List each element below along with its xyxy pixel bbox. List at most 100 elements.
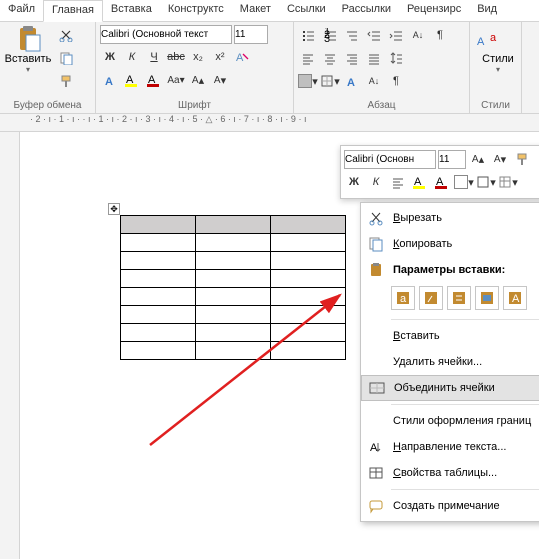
text-effects-button[interactable]: A bbox=[100, 70, 120, 90]
table-move-handle[interactable]: ✥ bbox=[108, 203, 120, 215]
svg-text:a: a bbox=[400, 293, 407, 305]
document-area[interactable]: A▴ A▾ Ж К A A ▾ ▾ ▾ Вырезать Копировать … bbox=[30, 140, 539, 559]
underline-button[interactable]: Ч bbox=[144, 47, 164, 67]
ctx-direction-label: Направление текста... bbox=[393, 441, 539, 453]
sort-button[interactable]: A↓ bbox=[408, 25, 428, 45]
ctx-border-styles[interactable]: Стили оформления границ ▸ bbox=[361, 408, 539, 434]
cut-button[interactable] bbox=[56, 25, 76, 45]
vertical-ruler[interactable] bbox=[0, 132, 20, 559]
bold-button[interactable]: Ж bbox=[100, 47, 120, 67]
align-center-button[interactable] bbox=[320, 48, 340, 68]
grow-font-button[interactable]: A▴ bbox=[188, 70, 208, 90]
paste-options-icon bbox=[365, 262, 387, 278]
table-row[interactable] bbox=[121, 234, 346, 252]
tab-mailings[interactable]: Рассылки bbox=[334, 0, 399, 21]
sort2-button[interactable]: A↓ bbox=[364, 71, 384, 91]
ctx-border-label: Стили оформления границ bbox=[393, 415, 539, 427]
align-left-button[interactable] bbox=[298, 48, 318, 68]
ctx-new-comment[interactable]: Создать примечание bbox=[361, 493, 539, 519]
tab-view[interactable]: Вид bbox=[469, 0, 505, 21]
ctx-copy-label: Копировать bbox=[393, 238, 539, 250]
superscript-button[interactable]: x² bbox=[210, 47, 230, 67]
subscript-button[interactable]: x₂ bbox=[188, 47, 208, 67]
paste-opt-merge[interactable] bbox=[419, 286, 443, 310]
table-row[interactable] bbox=[121, 306, 346, 324]
highlight-button[interactable]: A bbox=[122, 70, 142, 90]
line-spacing-button[interactable] bbox=[386, 48, 406, 68]
paste-label: Вставить bbox=[4, 53, 52, 65]
svg-text:A: A bbox=[105, 76, 113, 87]
ctx-merge-label: Объединить ячейки bbox=[394, 382, 539, 394]
tab-file[interactable]: Файл bbox=[0, 0, 43, 21]
ctx-props-label: Свойства таблицы... bbox=[393, 467, 539, 479]
table-row[interactable] bbox=[121, 252, 346, 270]
borders-button[interactable]: ▾ bbox=[320, 71, 340, 91]
justify-button[interactable] bbox=[364, 48, 384, 68]
font-color-button[interactable]: A bbox=[144, 70, 164, 90]
paste-opt-nest[interactable] bbox=[447, 286, 471, 310]
mini-shading[interactable]: ▾ bbox=[454, 172, 474, 192]
tab-insert[interactable]: Вставка bbox=[103, 0, 160, 21]
mini-italic[interactable]: К bbox=[366, 172, 386, 192]
document-table[interactable] bbox=[120, 215, 346, 360]
tab-layout[interactable]: Макет bbox=[232, 0, 279, 21]
mini-format-painter[interactable] bbox=[512, 149, 532, 169]
ctx-cut-label: Вырезать bbox=[393, 212, 539, 224]
styles-button[interactable]: Aa Стили ▾ bbox=[474, 25, 522, 74]
italic-button[interactable]: К bbox=[122, 47, 142, 67]
font-name-select[interactable] bbox=[100, 25, 232, 44]
mini-insert[interactable]: ▾ bbox=[498, 172, 518, 192]
table-row[interactable] bbox=[121, 342, 346, 360]
show-marks2-button[interactable]: ¶ bbox=[386, 71, 406, 91]
ctx-cut[interactable]: Вырезать bbox=[361, 205, 539, 231]
paste-opt-text[interactable]: A bbox=[503, 286, 527, 310]
mini-shrink-font[interactable]: A▾ bbox=[490, 149, 510, 169]
decrease-indent-button[interactable] bbox=[364, 25, 384, 45]
bullets-button[interactable] bbox=[298, 25, 318, 45]
tab-review[interactable]: Рецензирс bbox=[399, 0, 469, 21]
ctx-table-properties[interactable]: Свойства таблицы... bbox=[361, 460, 539, 486]
tab-home[interactable]: Главная bbox=[43, 0, 103, 22]
horizontal-ruler[interactable]: · 2 · ı · 1 · ı · · ı · 1 · ı · 2 · ı · … bbox=[0, 114, 539, 132]
ctx-text-direction[interactable]: A Направление текста... bbox=[361, 434, 539, 460]
strike-button[interactable]: abc bbox=[166, 47, 186, 67]
paste-button[interactable]: Вставить ▾ bbox=[4, 25, 52, 74]
format-painter-button[interactable] bbox=[56, 71, 76, 91]
mini-bold[interactable]: Ж bbox=[344, 172, 364, 192]
styles-label: Стили bbox=[474, 53, 522, 65]
text-effects2-button[interactable]: A bbox=[342, 71, 362, 91]
numbering-button[interactable]: 123 bbox=[320, 25, 340, 45]
paste-opt-keep-source[interactable]: a bbox=[391, 286, 415, 310]
tab-design[interactable]: Конструктс bbox=[160, 0, 232, 21]
mini-borders[interactable]: ▾ bbox=[476, 172, 496, 192]
table-row[interactable] bbox=[121, 288, 346, 306]
change-case-button[interactable]: Aa▾ bbox=[166, 70, 186, 90]
increase-indent-button[interactable] bbox=[386, 25, 406, 45]
mini-font-select[interactable] bbox=[344, 150, 436, 169]
table-row[interactable] bbox=[121, 216, 346, 234]
shrink-font-button[interactable]: A▾ bbox=[210, 70, 230, 90]
ctx-copy[interactable]: Копировать bbox=[361, 231, 539, 257]
mini-highlight[interactable]: A bbox=[410, 172, 430, 192]
font-group-label: Шрифт bbox=[100, 100, 289, 111]
ctx-merge-cells[interactable]: Объединить ячейки bbox=[361, 375, 539, 401]
mini-grow-font[interactable]: A▴ bbox=[468, 149, 488, 169]
svg-text:A: A bbox=[477, 36, 485, 48]
ctx-delete-cells[interactable]: Удалить ячейки... bbox=[361, 349, 539, 375]
shading-button[interactable]: ▾ bbox=[298, 71, 318, 91]
paste-opt-picture[interactable] bbox=[475, 286, 499, 310]
table-row[interactable] bbox=[121, 270, 346, 288]
font-size-select[interactable] bbox=[234, 25, 268, 44]
tab-references[interactable]: Ссылки bbox=[279, 0, 334, 21]
multilevel-button[interactable] bbox=[342, 25, 362, 45]
mini-size-select[interactable] bbox=[438, 150, 466, 169]
mini-font-color[interactable]: A bbox=[432, 172, 452, 192]
ctx-insert[interactable]: Вставить ▸ bbox=[361, 323, 539, 349]
copy-button[interactable] bbox=[56, 48, 76, 68]
align-right-button[interactable] bbox=[342, 48, 362, 68]
mini-align[interactable] bbox=[388, 172, 408, 192]
clear-format-button[interactable]: A bbox=[232, 47, 252, 67]
table-row[interactable] bbox=[121, 324, 346, 342]
show-marks-button[interactable]: ¶ bbox=[430, 25, 450, 45]
ctx-paste-options-header: Параметры вставки: bbox=[361, 257, 539, 283]
